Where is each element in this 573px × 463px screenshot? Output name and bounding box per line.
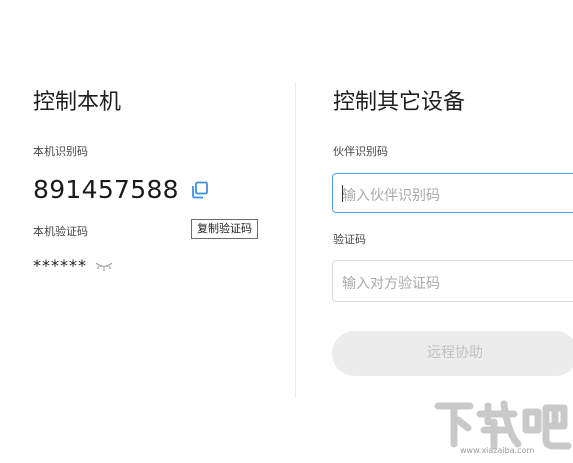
copy-icon-graphic — [192, 181, 208, 199]
copy-verify-code-tooltip: 复制验证码 — [191, 219, 258, 239]
verify-code-label: 验证码 — [333, 233, 366, 246]
eye-closed-icon-graphic — [95, 262, 113, 271]
remote-title: 控制其它设备 — [333, 90, 466, 115]
partner-id-label: 伙伴识别码 — [333, 145, 388, 158]
verify-code-placeholder: 输入对方验证码 — [342, 276, 440, 292]
text-caret — [342, 185, 343, 202]
local-id-label: 本机识别码 — [33, 145, 88, 158]
remote-assist-button[interactable]: 远程协助 — [332, 331, 573, 376]
local-verify-label: 本机验证码 — [33, 225, 88, 238]
watermark-url: www.xiazaiba.com — [460, 446, 535, 455]
partner-id-placeholder: 输入伙伴识别码 — [342, 188, 440, 204]
panel-divider — [295, 82, 296, 398]
masked-verify-code: ****** — [33, 256, 87, 275]
eye-closed-icon[interactable] — [94, 258, 114, 272]
device-id-value: 891457588 — [33, 175, 179, 204]
verify-code-input[interactable]: 输入对方验证码 — [332, 260, 573, 302]
partner-id-input[interactable]: 输入伙伴识别码 — [332, 173, 573, 213]
local-title: 控制本机 — [33, 90, 122, 115]
copy-icon[interactable] — [190, 180, 210, 200]
